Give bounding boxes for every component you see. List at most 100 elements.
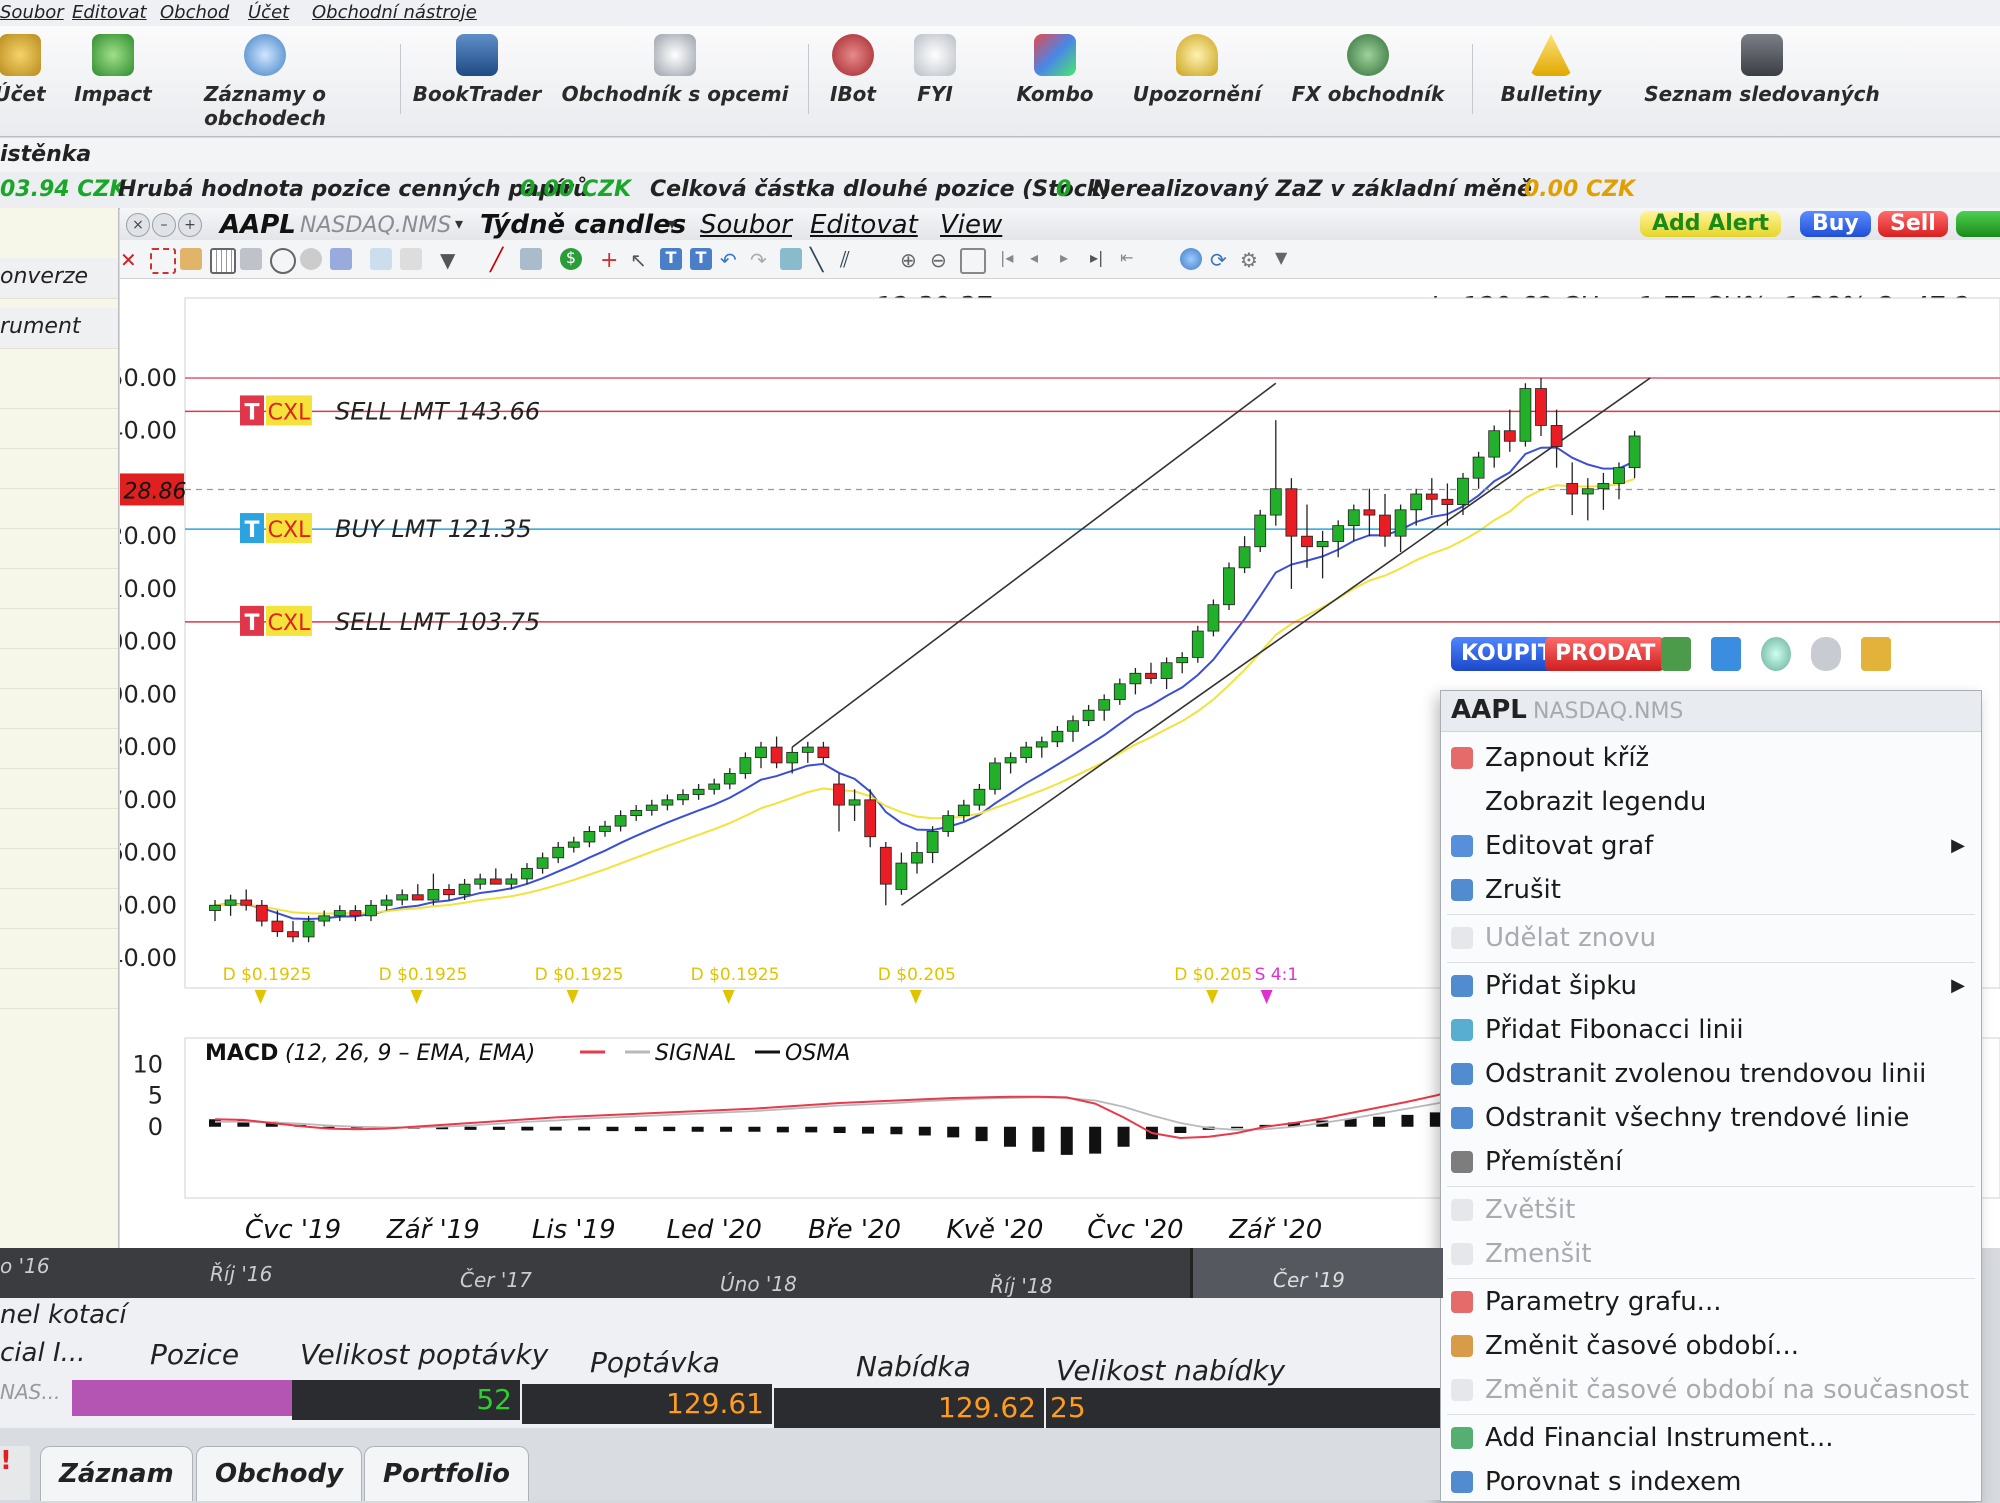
overview-window[interactable]: Čer '19 <box>1190 1248 1443 1298</box>
select-icon[interactable] <box>150 248 176 274</box>
toolbar-fyi-button[interactable]: FYI <box>900 34 970 106</box>
chevron-right-icon: ▶ <box>1951 975 1965 996</box>
toolbar-trade-log-button[interactable]: Záznamy o obchodech <box>150 34 380 130</box>
quote-bid-cell[interactable]: 129.61 <box>522 1384 772 1424</box>
text-box-icon[interactable]: T <box>690 248 712 270</box>
toolbar-bulletins-button[interactable]: Bulletiny <box>1486 34 1616 106</box>
toolbar-option-trader-button[interactable]: Obchodník s opcemi <box>560 34 790 106</box>
circle-icon[interactable] <box>300 248 322 270</box>
ctx-item[interactable]: Parametry grafu... <box>1441 1281 1981 1323</box>
undo-tool-icon[interactable]: ↶ <box>720 248 742 272</box>
crosshair-tool-icon[interactable]: + <box>600 248 622 273</box>
clock-icon[interactable] <box>270 248 296 274</box>
page-icon[interactable] <box>400 248 422 270</box>
reset-icon[interactable]: ⇤ <box>1120 248 1142 270</box>
toolbar-combo-button[interactable]: Kombo <box>1010 34 1100 106</box>
grid-icon[interactable] <box>210 248 236 274</box>
toolbar-ibot-button[interactable]: IBot <box>818 34 888 106</box>
trendline-tool-icon[interactable]: ╲ <box>810 248 832 273</box>
add-alert-button[interactable]: Add Alert <box>1640 211 1782 237</box>
minimize-icon[interactable]: – <box>152 213 176 237</box>
zoom-out-tool-icon[interactable]: ⊖ <box>930 248 952 272</box>
menu-file[interactable]: Soubor <box>0 2 64 23</box>
ctx-item[interactable]: Změnit časové období... <box>1441 1325 1981 1367</box>
scatter-icon[interactable] <box>330 248 352 270</box>
menu-trading-tools[interactable]: Obchodní nástroje <box>312 2 477 23</box>
tab-portfolio[interactable]: Portfolio <box>364 1446 530 1501</box>
buy-button[interactable]: Buy <box>1800 211 1871 237</box>
brush-icon[interactable] <box>180 248 202 270</box>
link-icon[interactable] <box>1180 248 1202 270</box>
toolbar-alerts-button[interactable]: Upozornění <box>1122 34 1272 106</box>
chevron-down-icon[interactable]: ▾ <box>668 214 676 233</box>
bars-icon[interactable] <box>520 248 542 270</box>
chain-icon[interactable] <box>1811 637 1841 671</box>
scroll-end-icon[interactable]: ▸| <box>1090 248 1112 270</box>
chart-menu-file[interactable]: Soubor <box>700 210 792 240</box>
ctx-item[interactable]: Přemístění <box>1441 1141 1981 1183</box>
toolbar-fx-trader-button[interactable]: FX obchodník <box>1288 34 1448 106</box>
sell-button[interactable]: Sell <box>1878 211 1948 237</box>
quote-ask-cell[interactable]: 129.62 <box>774 1388 1044 1428</box>
left-panel-conversion[interactable]: onverze <box>0 258 118 299</box>
globe-icon[interactable] <box>1761 637 1791 671</box>
draw-line-icon[interactable]: ╱ <box>490 248 512 273</box>
order-icon[interactable] <box>1661 637 1691 671</box>
menu-edit[interactable]: Editovat <box>72 2 147 23</box>
fx-icon <box>1347 34 1389 76</box>
ctx-item[interactable]: Zrušit <box>1441 869 1981 911</box>
wrench-icon[interactable]: ⚙ <box>1240 248 1262 272</box>
dollar-icon[interactable]: $ <box>560 248 582 270</box>
quote-instrument-cell[interactable]: NAS... <box>0 1380 72 1416</box>
scroll-back-icon[interactable]: ◂ <box>1030 248 1052 270</box>
chevron-down-icon[interactable]: ▾ <box>455 214 463 233</box>
delete-icon[interactable]: ✕ <box>120 248 142 272</box>
refresh-icon[interactable]: ⟳ <box>1210 248 1232 272</box>
ctx-item[interactable]: Add Financial Instrument... <box>1441 1417 1981 1459</box>
redo-tool-icon[interactable]: ↷ <box>750 248 772 272</box>
ctx-item[interactable]: Přidat Fibonacci linii <box>1441 1009 1981 1051</box>
text-tool-icon[interactable]: T <box>660 248 682 270</box>
ctx-item[interactable]: Zapnout kříž <box>1441 737 1981 779</box>
menu-account[interactable]: Účet <box>248 2 289 23</box>
toolbar-watchlist-button[interactable]: Seznam sledovaných <box>1632 34 1892 106</box>
scroll-left-icon[interactable]: |◂ <box>1000 248 1022 270</box>
toolbar-booktrader-button[interactable]: BookTrader <box>412 34 542 106</box>
print-icon[interactable] <box>240 248 262 270</box>
cursor-icon[interactable]: ↖ <box>630 248 652 272</box>
building-icon[interactable] <box>1711 637 1741 671</box>
ctx-item-label: Add Financial Instrument... <box>1485 1423 1834 1453</box>
close-icon[interactable]: × <box>126 213 150 237</box>
ctx-item[interactable]: Odstranit zvolenou trendovou linii <box>1441 1053 1981 1095</box>
tab-trades[interactable]: Obchody <box>196 1446 363 1501</box>
fib-tool-icon[interactable] <box>780 248 802 270</box>
fit-icon[interactable] <box>960 248 986 274</box>
toolbar-account-button[interactable]: Účet <box>0 34 50 106</box>
chart-period-selector[interactable]: Týdně candles <box>480 210 686 240</box>
chevron-down-icon[interactable]: ▼ <box>1275 248 1297 270</box>
chart-menu-edit[interactable]: Editovat <box>810 210 918 240</box>
ctx-item[interactable]: Odstranit všechny trendové linie <box>1441 1097 1981 1139</box>
left-panel-instrument[interactable]: rument <box>0 308 118 349</box>
menu-trade[interactable]: Obchod <box>160 2 229 23</box>
chart-extra-button[interactable] <box>1956 211 2000 237</box>
line-chart-icon[interactable] <box>370 248 392 270</box>
price-tick-label: 80.00 <box>120 733 177 761</box>
ctx-item[interactable]: Zobrazit legendu <box>1441 781 1981 823</box>
chart-menu-view[interactable]: View <box>940 210 1002 240</box>
overview-timeline[interactable]: o '16 Říj '16 Čer '17 Úno '18 Říj '18 Če… <box>0 1248 1443 1298</box>
ctx-item[interactable]: Porovnat s indexem <box>1441 1461 1981 1503</box>
ctx-item[interactable]: Přidat šipku ▶ <box>1441 965 1981 1007</box>
chart-symbol[interactable]: AAPL <box>220 210 296 240</box>
ctx-item[interactable]: Editovat graf ▶ <box>1441 825 1981 867</box>
trendlines-tool-icon[interactable]: ⫽ <box>840 248 862 273</box>
ctx-item: Změnit časové období na současnost <box>1441 1369 1981 1411</box>
ctx-sell-button[interactable]: PRODAT <box>1545 637 1666 671</box>
tab-log[interactable]: Záznam <box>40 1446 193 1501</box>
broom-icon[interactable] <box>1861 637 1891 671</box>
toolbar-label: Seznam sledovaných <box>1644 82 1880 106</box>
zoom-in-tool-icon[interactable]: ⊕ <box>900 248 922 272</box>
maximize-icon[interactable]: + <box>178 213 202 237</box>
dropdown-arrow-icon[interactable]: ▼ <box>440 248 462 272</box>
scroll-forward-icon[interactable]: ▸ <box>1060 248 1082 270</box>
